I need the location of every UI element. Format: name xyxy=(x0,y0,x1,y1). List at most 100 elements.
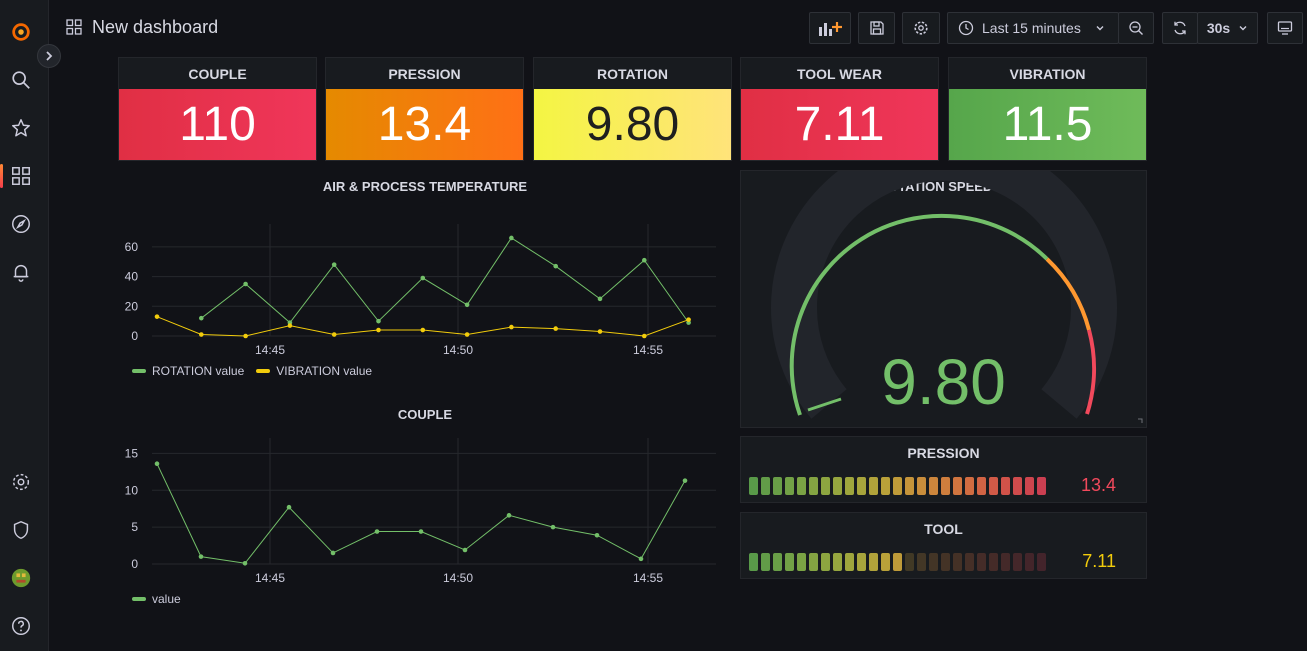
bar-cell xyxy=(833,553,842,571)
air-process-temperature-chart[interactable]: 0 20 40 60 14:45 14:50 14:55 xyxy=(118,222,723,362)
bar-cell xyxy=(905,477,914,495)
y-tick-label: 20 xyxy=(125,299,139,313)
x-tick-label: 14:55 xyxy=(633,343,663,357)
bar-cell xyxy=(857,553,866,571)
stat-value: 13.4 xyxy=(326,89,523,160)
data-point xyxy=(243,333,248,339)
zoom-out-icon xyxy=(1129,21,1143,35)
y-tick-label: 5 xyxy=(131,520,138,534)
data-point xyxy=(243,281,248,287)
bar-cell xyxy=(1013,477,1022,495)
bar-cell xyxy=(977,553,986,571)
stat-value: 110 xyxy=(119,89,316,160)
bar-cell xyxy=(965,553,974,571)
user-avatar[interactable] xyxy=(9,566,33,590)
bar-cell xyxy=(989,477,998,495)
data-point xyxy=(199,332,204,337)
grafana-logo-icon[interactable] xyxy=(9,20,33,44)
refresh-button[interactable] xyxy=(1162,12,1198,44)
y-tick-label: 0 xyxy=(131,329,138,343)
stat-panel-pression[interactable]: PRESSION 13.4 xyxy=(325,57,524,161)
data-point xyxy=(330,550,336,556)
chevron-down-icon xyxy=(1239,26,1247,31)
x-tick-label: 14:50 xyxy=(443,343,473,357)
dashboards-icon[interactable] xyxy=(9,164,33,188)
save-icon xyxy=(869,21,884,35)
legend-item-rotation[interactable]: ROTATION value xyxy=(132,364,244,378)
bar-cell xyxy=(1037,477,1046,495)
resize-handle-icon[interactable] xyxy=(1138,418,1143,423)
expand-sidebar-button[interactable] xyxy=(37,44,61,68)
alerting-bell-icon[interactable] xyxy=(9,260,33,284)
stat-panel-rotation[interactable]: ROTATION 9.80 xyxy=(533,57,732,161)
bar-cell xyxy=(881,477,890,495)
bar-gauge-value: 13.4 xyxy=(1080,475,1116,495)
stat-title: PRESSION xyxy=(388,65,461,82)
refresh-interval-picker[interactable]: 30s xyxy=(1197,12,1258,44)
dashboard-title[interactable]: New dashboard xyxy=(66,14,218,40)
legend-label: value xyxy=(152,592,181,606)
data-point xyxy=(686,317,691,322)
pression-bar-gauge-panel[interactable]: PRESSION 13.4 xyxy=(740,436,1147,503)
bar-cell xyxy=(953,477,962,495)
legend-label: VIBRATION value xyxy=(276,364,373,378)
save-dashboard-button[interactable] xyxy=(858,12,895,44)
stat-value: 9.80 xyxy=(534,89,731,160)
bar-cell xyxy=(1001,477,1010,495)
data-point xyxy=(597,329,603,334)
bar-cell xyxy=(893,553,902,571)
add-panel-button[interactable] xyxy=(809,12,851,44)
shield-icon[interactable] xyxy=(9,518,33,542)
clock-icon xyxy=(958,20,974,36)
sidebar xyxy=(0,0,49,651)
rotation-speed-gauge-panel[interactable]: ROTATION SPEED 9.80 xyxy=(740,170,1147,428)
refresh-interval-label: 30s xyxy=(1206,20,1231,36)
bar-cell xyxy=(797,477,806,495)
star-icon[interactable] xyxy=(9,116,33,140)
stat-panel-couple[interactable]: COUPLE 110 xyxy=(118,57,317,161)
y-tick-label: 40 xyxy=(125,270,139,284)
explore-compass-icon[interactable] xyxy=(9,212,33,236)
zoom-out-button[interactable] xyxy=(1118,12,1154,44)
data-point xyxy=(462,547,468,553)
legend-item-value[interactable]: value xyxy=(132,592,181,606)
data-point xyxy=(594,532,600,538)
legend-item-vibration[interactable]: VIBRATION value xyxy=(256,364,372,378)
data-point xyxy=(331,262,337,267)
help-icon[interactable] xyxy=(9,614,33,638)
y-tick-label: 60 xyxy=(125,240,139,254)
chevron-down-icon xyxy=(1096,26,1104,31)
tool-bar-gauge-panel[interactable]: TOOL 7.11 xyxy=(740,512,1147,579)
series-line xyxy=(156,316,689,337)
dashboard-grid-icon xyxy=(66,19,82,35)
data-point xyxy=(154,314,160,319)
bar-cell xyxy=(893,477,902,495)
data-point xyxy=(642,257,647,263)
pression-bar-cells xyxy=(749,477,1046,495)
bar-cell xyxy=(1013,553,1022,571)
stat-panel-tool-wear[interactable]: TOOL WEAR 7.11 xyxy=(740,57,939,161)
time-range-picker[interactable]: Last 15 minutes xyxy=(947,12,1119,44)
couple-chart-title: COUPLE xyxy=(397,407,453,422)
bar-cell xyxy=(761,477,770,495)
bar-cell xyxy=(989,553,998,571)
stat-panel-vibration[interactable]: VIBRATION 11.5 xyxy=(948,57,1147,161)
gear-icon xyxy=(914,21,928,35)
refresh-icon xyxy=(1174,21,1186,35)
bar-cell xyxy=(809,477,818,495)
couple-chart[interactable]: 0 5 10 15 14:45 14:50 14:55 xyxy=(118,436,723,588)
bar-cell xyxy=(941,477,950,495)
dashboard-settings-button[interactable] xyxy=(902,12,940,44)
stat-title: TOOL WEAR xyxy=(796,65,883,82)
bar-cell xyxy=(857,477,866,495)
data-point xyxy=(198,554,204,559)
data-point xyxy=(420,275,426,281)
settings-gear-icon[interactable] xyxy=(9,470,33,494)
data-point xyxy=(509,324,514,330)
chevron-right-icon xyxy=(46,51,53,61)
tv-mode-button[interactable] xyxy=(1267,12,1303,44)
search-icon[interactable] xyxy=(9,68,33,92)
bar-cell xyxy=(797,553,806,571)
stat-title: ROTATION xyxy=(596,65,669,82)
y-tick-label: 0 xyxy=(131,557,138,571)
